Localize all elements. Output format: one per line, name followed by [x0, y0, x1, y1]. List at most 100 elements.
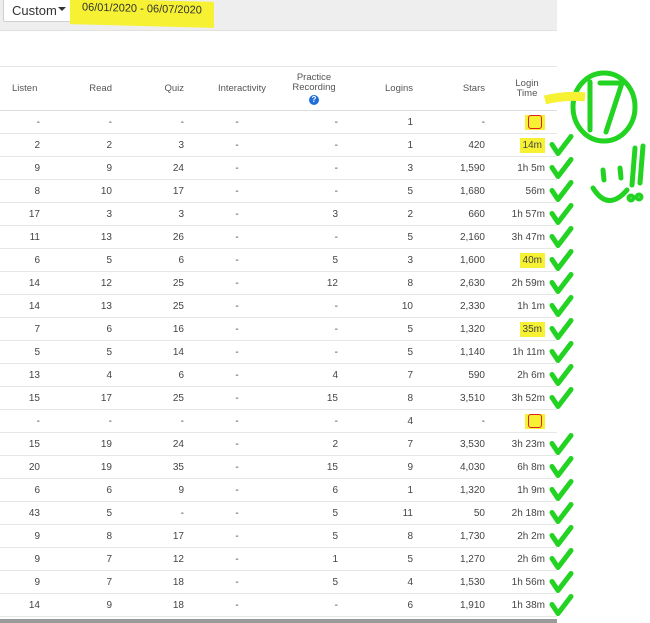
cell-quiz: 14: [124, 340, 196, 364]
cell-quiz: 3: [124, 133, 196, 157]
table-row[interactable]: 14 12 25-12 8 2,630 2h 59m: [0, 271, 557, 295]
table-row[interactable]: 8 10 17- -5 1,680 56m: [0, 179, 557, 203]
cell-login-time: 1h 57m: [497, 202, 557, 226]
cell-interactivity: -: [196, 248, 278, 272]
cell-read: 3: [52, 202, 124, 226]
table-row[interactable]: 14 13 25- -10 2,330 1h 1m: [0, 294, 557, 318]
col-header-quiz[interactable]: Quiz: [124, 66, 196, 111]
table-body: - - - - -1-2 2 3- -1 420 14m 9 9 24- -3 1,590 1h 5m 8 10 1…: [0, 110, 557, 617]
cell-logins: 4: [350, 570, 425, 594]
table-row[interactable]: 15 19 24-2 7 3,530 3h 23m: [0, 432, 557, 456]
cell-listen: 14: [0, 271, 52, 295]
horizontal-scrollbar[interactable]: [0, 619, 557, 623]
table-row[interactable]: 9 8 17-5 8 1,730 2h 2m: [0, 524, 557, 548]
cell-logins: 1: [350, 133, 425, 157]
cell-listen: 9: [0, 547, 52, 571]
cell-listen: 6: [0, 478, 52, 502]
col-header-login-time[interactable]: Login Time: [497, 66, 557, 111]
cell-quiz: 24: [124, 432, 196, 456]
cell-login-time: 1h 56m: [497, 570, 557, 594]
cell-read: 5: [52, 501, 124, 525]
col-header-practice-recording[interactable]: Practice Recording ?: [278, 66, 350, 111]
cell-quiz: 26: [124, 225, 196, 249]
date-range-dropdown[interactable]: Custom: [3, 0, 73, 22]
table-row[interactable]: -----1-: [0, 110, 557, 134]
cell-logins: 2: [350, 202, 425, 226]
cell-practice-recording: -: [278, 179, 350, 203]
login-time-value: 14m: [519, 137, 545, 153]
cell-stars: 2,630: [425, 271, 497, 295]
col-header-stars[interactable]: Stars: [425, 66, 497, 111]
help-icon[interactable]: ?: [309, 94, 319, 105]
table-row[interactable]: 17 3 3-3 2 660 1h 57m: [0, 202, 557, 226]
cell-read: 12: [52, 271, 124, 295]
cell-logins: 11: [350, 501, 425, 525]
col-header-read[interactable]: Read: [52, 66, 124, 111]
cell-read: 6: [52, 478, 124, 502]
report-toolbar: Custom 06/01/2020 - 06/07/2020: [0, 0, 557, 31]
table-row[interactable]: 43 5- -5 11 50 2h 18m: [0, 501, 557, 525]
table-row[interactable]: 15 17 25-15 8 3,510 3h 52m: [0, 386, 557, 410]
cell-listen: 6: [0, 248, 52, 272]
cell-interactivity: -: [196, 202, 278, 226]
table-row[interactable]: 9 9 24- -3 1,590 1h 5m: [0, 156, 557, 180]
col-header-listen[interactable]: Listen: [0, 66, 52, 111]
table-row[interactable]: 9 7 18-5 4 1,530 1h 56m: [0, 570, 557, 594]
cell-read: 4: [52, 363, 124, 387]
cell-login-time: 2h 6m: [497, 547, 557, 571]
cell-login-time: [497, 110, 557, 134]
cell-read: 5: [52, 248, 124, 272]
cell-practice-recording: -: [278, 225, 350, 249]
cell-read: 13: [52, 225, 124, 249]
circle-annotation: [570, 70, 638, 144]
table-row[interactable]: 7 6 16- -5 1,320 35m: [0, 317, 557, 341]
cell-listen: -: [0, 409, 52, 433]
red-mark-annotation: [528, 414, 542, 428]
red-mark-annotation: [528, 115, 542, 129]
exclaim-dot: [634, 192, 644, 202]
cell-stars: 590: [425, 363, 497, 387]
table-row[interactable]: 11 13 26- -5 2,160 3h 47m: [0, 225, 557, 249]
cell-practice-recording: 3: [278, 202, 350, 226]
cell-interactivity: -: [196, 179, 278, 203]
col-header-logins[interactable]: Logins: [350, 66, 425, 111]
cell-listen: 5: [0, 340, 52, 364]
smiley-mouth: [590, 185, 630, 203]
cell-practice-recording: -: [278, 156, 350, 180]
cell-logins: 3: [350, 156, 425, 180]
cell-logins: 5: [350, 317, 425, 341]
cell-listen: 14: [0, 593, 52, 617]
yellow-highlight: [525, 413, 545, 429]
cell-practice-recording: -: [278, 317, 350, 341]
cell-listen: -: [0, 110, 52, 134]
cell-practice-recording: 1: [278, 547, 350, 571]
cell-quiz: 12: [124, 547, 196, 571]
table-row[interactable]: 14 9 18- -6 1,910 1h 38m: [0, 593, 557, 617]
exclaim-dot: [626, 193, 636, 203]
cell-read: 19: [52, 432, 124, 456]
cell-logins: 10: [350, 294, 425, 318]
cell-logins: 7: [350, 363, 425, 387]
table-row[interactable]: 6 5 6-5 3 1,600 40m: [0, 248, 557, 272]
cell-interactivity: -: [196, 363, 278, 387]
cell-listen: 13: [0, 363, 52, 387]
table-row[interactable]: 6 6 9-6 1 1,320 1h 9m: [0, 478, 557, 502]
table-row[interactable]: 2 2 3- -1 420 14m: [0, 133, 557, 157]
cell-logins: 5: [350, 340, 425, 364]
cell-read: 19: [52, 455, 124, 479]
cell-login-time: 3h 52m: [497, 386, 557, 410]
cell-listen: 8: [0, 179, 52, 203]
cell-logins: 6: [350, 593, 425, 617]
cell-logins: 4: [350, 409, 425, 433]
cell-practice-recording: 4: [278, 363, 350, 387]
cell-login-time: 14m: [497, 133, 557, 157]
cell-practice-recording: 5: [278, 570, 350, 594]
col-header-interactivity[interactable]: Interactivity: [196, 66, 278, 111]
table-row[interactable]: 20 19 35-15 9 4,030 6h 8m: [0, 455, 557, 479]
table-row[interactable]: 9 7 12-1 5 1,270 2h 6m: [0, 547, 557, 571]
cell-listen: 9: [0, 156, 52, 180]
table-row[interactable]: 5 5 14- -5 1,140 1h 11m: [0, 340, 557, 364]
table-row[interactable]: -----4-: [0, 409, 557, 433]
cell-interactivity: -: [196, 386, 278, 410]
table-row[interactable]: 13 4 6-4 7 590 2h 6m: [0, 363, 557, 387]
